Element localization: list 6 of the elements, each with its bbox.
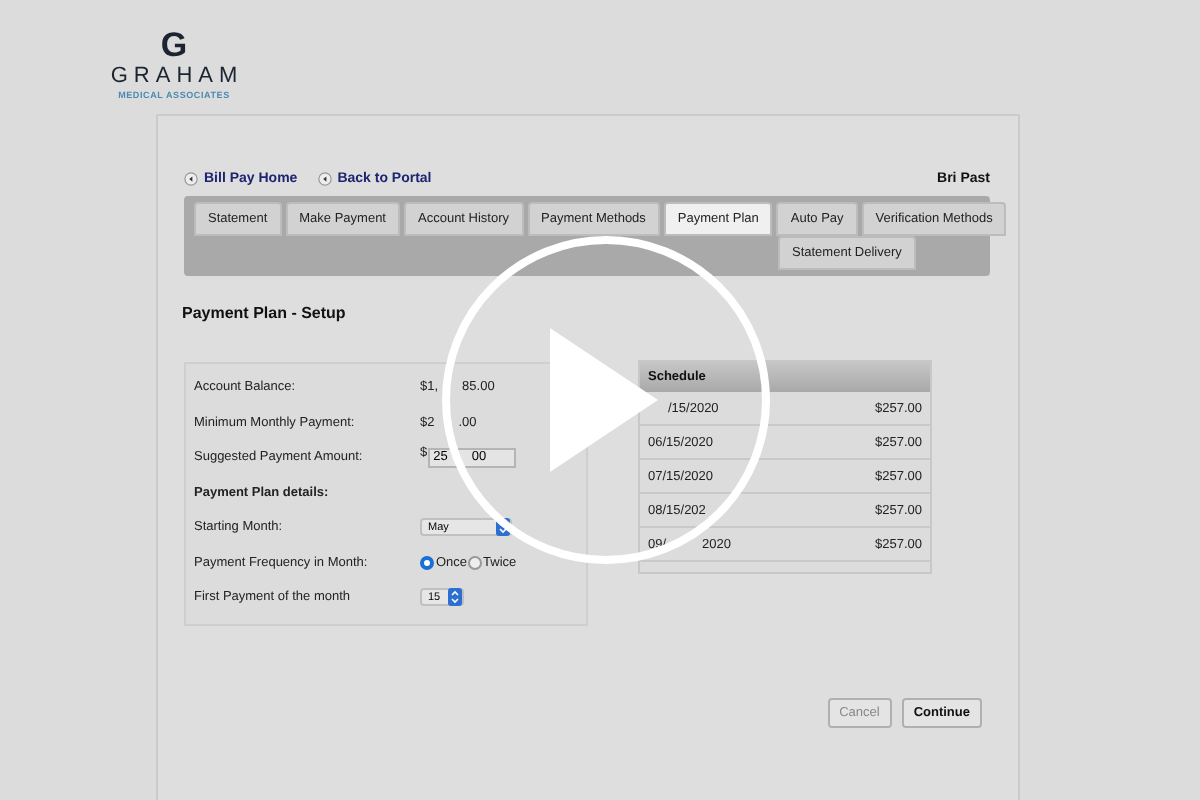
back-arrow-icon: [317, 171, 332, 185]
back-arrow-icon: [184, 171, 198, 185]
logo-mark: G: [160, 28, 188, 64]
dropdown-icon: [448, 588, 462, 607]
page-title: Payment Plan - Setup: [182, 304, 348, 322]
logo-name: GRAHAM: [110, 64, 244, 90]
